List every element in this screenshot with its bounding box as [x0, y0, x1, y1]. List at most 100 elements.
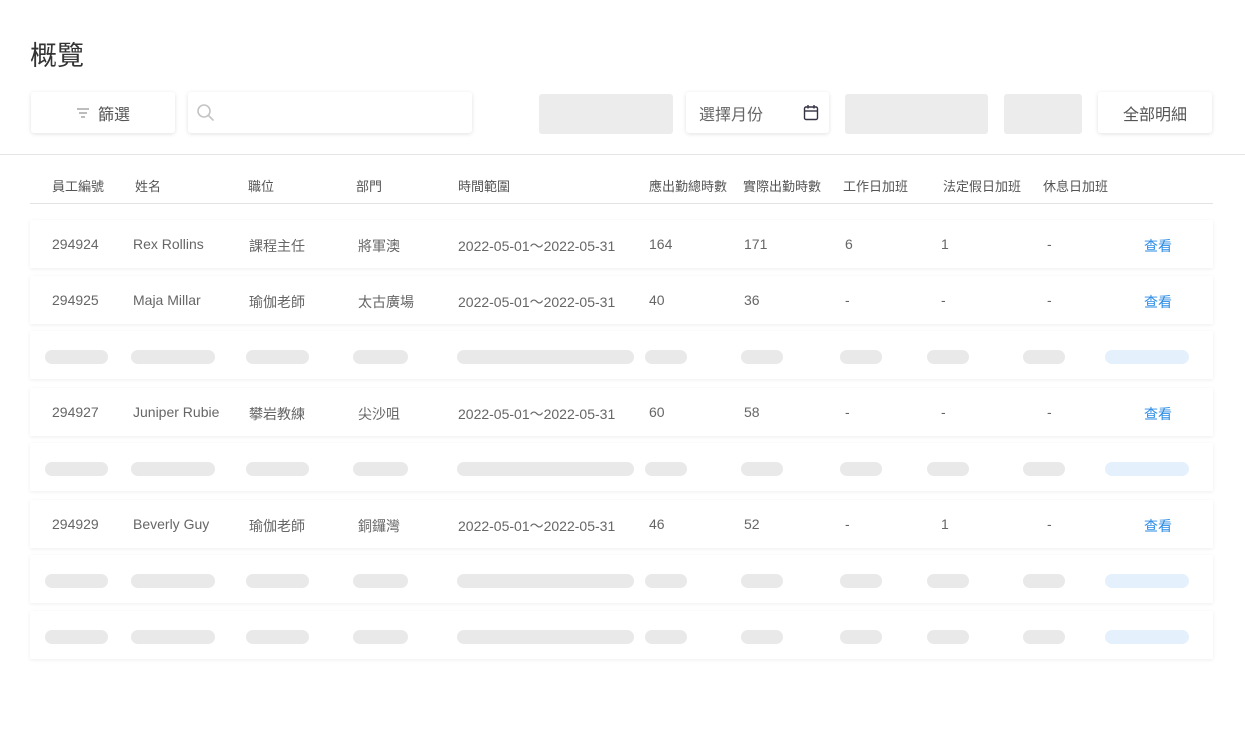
header-expected-hours: 應出勤總時數 — [649, 179, 728, 194]
cell-time-range: 2022-05-01～2022-05-31 — [458, 238, 616, 254]
skeleton-bar — [1023, 350, 1065, 364]
header-department: 部門 — [356, 179, 383, 194]
skeleton-bar — [45, 462, 108, 476]
cell-department: 太古廣場 — [358, 294, 414, 310]
header-name: 姓名 — [135, 179, 162, 194]
header-restday-overtime: 休息日加班 — [1043, 179, 1109, 194]
cell-employee-id: 294929 — [52, 516, 99, 532]
cell-actual-hours: 58 — [744, 404, 760, 420]
skeleton-bar — [840, 462, 882, 476]
skeleton-bar — [1105, 350, 1189, 364]
skeleton-bar — [131, 462, 215, 476]
cell-holiday-overtime: - — [941, 404, 946, 420]
skeleton-row — [30, 331, 1213, 379]
skeleton-bar — [353, 350, 408, 364]
skeleton-bar — [45, 574, 108, 588]
skeleton-bar — [246, 630, 309, 644]
view-link[interactable]: 查看 — [1144, 404, 1172, 424]
skeleton-row — [30, 443, 1213, 491]
page-title: 概覽 — [30, 41, 84, 71]
cell-expected-hours: 46 — [649, 516, 665, 532]
table-row: 294927 Juniper Rubie 攀岩教練 尖沙咀 2022-05-01… — [30, 388, 1213, 436]
cell-department: 銅鑼灣 — [358, 518, 400, 534]
cell-weekday-overtime: - — [845, 516, 850, 532]
table-row: 294924 Rex Rollins 課程主任 將軍澳 2022-05-01～2… — [30, 220, 1213, 268]
calendar-icon — [803, 104, 819, 121]
skeleton-bar — [1023, 574, 1065, 588]
toolbar-placeholder-3 — [1004, 94, 1082, 134]
skeleton-bar — [45, 350, 108, 364]
skeleton-bar — [840, 574, 882, 588]
divider — [0, 154, 1245, 155]
skeleton-bar — [131, 630, 215, 644]
cell-expected-hours: 60 — [649, 404, 665, 420]
all-details-button[interactable]: 全部明細 — [1098, 92, 1212, 133]
cell-position: 瑜伽老師 — [249, 294, 305, 310]
skeleton-bar — [45, 630, 108, 644]
cell-time-range: 2022-05-01～2022-05-31 — [458, 406, 616, 422]
skeleton-bar — [246, 350, 309, 364]
cell-employee-id: 294927 — [52, 404, 99, 420]
cell-time-range: 2022-05-01～2022-05-31 — [458, 294, 616, 310]
skeleton-bar — [741, 462, 783, 476]
skeleton-bar — [353, 574, 408, 588]
table-header: 員工編號 姓名 職位 部門 時間範圍 應出勤總時數 實際出勤時數 工作日加班 法… — [30, 166, 1213, 204]
cell-restday-overtime: - — [1047, 292, 1052, 308]
skeleton-bar — [457, 462, 634, 476]
skeleton-bar — [457, 350, 634, 364]
cell-name: Beverly Guy — [133, 516, 210, 532]
cell-restday-overtime: - — [1047, 516, 1052, 532]
skeleton-bar — [741, 574, 783, 588]
cell-name: Maja Millar — [133, 292, 201, 308]
skeleton-bar — [1105, 462, 1189, 476]
cell-restday-overtime: - — [1047, 236, 1052, 252]
skeleton-bar — [1105, 574, 1189, 588]
toolbar-placeholder-1 — [539, 94, 673, 134]
skeleton-bar — [645, 462, 687, 476]
cell-weekday-overtime: - — [845, 404, 850, 420]
overview-page: 概覽 篩選 選擇月份 全部明細 員工編號 姓名 職位 部門 時間範圍 應出勤總時… — [0, 0, 1245, 742]
cell-expected-hours: 40 — [649, 292, 665, 308]
cell-actual-hours: 52 — [744, 516, 760, 532]
header-holiday-overtime: 法定假日加班 — [943, 179, 1022, 194]
toolbar: 篩選 選擇月份 全部明細 — [0, 92, 1245, 134]
skeleton-bar — [457, 630, 634, 644]
cell-expected-hours: 164 — [649, 236, 673, 252]
search-input[interactable] — [223, 104, 463, 121]
skeleton-bar — [840, 630, 882, 644]
skeleton-bar — [645, 350, 687, 364]
filter-icon — [76, 107, 90, 119]
cell-weekday-overtime: 6 — [845, 236, 853, 252]
cell-name: Rex Rollins — [133, 236, 204, 252]
cell-holiday-overtime: 1 — [941, 516, 949, 532]
cell-department: 尖沙咀 — [358, 406, 400, 422]
skeleton-bar — [927, 574, 969, 588]
skeleton-bar — [1023, 462, 1065, 476]
view-link[interactable]: 查看 — [1144, 292, 1172, 312]
month-picker[interactable]: 選擇月份 — [686, 92, 829, 133]
skeleton-row — [30, 555, 1213, 603]
cell-weekday-overtime: - — [845, 292, 850, 308]
filter-button[interactable]: 篩選 — [31, 92, 175, 133]
toolbar-placeholder-2 — [845, 94, 988, 134]
skeleton-bar — [131, 574, 215, 588]
cell-name: Juniper Rubie — [133, 404, 220, 420]
view-link[interactable]: 查看 — [1144, 516, 1172, 536]
cell-position: 瑜伽老師 — [249, 518, 305, 534]
search-box[interactable] — [188, 92, 472, 133]
cell-restday-overtime: - — [1047, 404, 1052, 420]
search-icon — [196, 103, 215, 122]
cell-actual-hours: 36 — [744, 292, 760, 308]
view-link[interactable]: 查看 — [1144, 236, 1172, 256]
skeleton-bar — [246, 462, 309, 476]
skeleton-bar — [246, 574, 309, 588]
header-time-range: 時間範圍 — [458, 179, 511, 194]
header-employee-id: 員工編號 — [52, 179, 105, 194]
table-row: 294925 Maja Millar 瑜伽老師 太古廣場 2022-05-01～… — [30, 276, 1213, 324]
skeleton-bar — [457, 574, 634, 588]
filter-label: 篩選 — [97, 106, 130, 124]
skeleton-bar — [741, 630, 783, 644]
skeleton-bar — [927, 350, 969, 364]
cell-position: 攀岩教練 — [249, 406, 305, 422]
cell-holiday-overtime: 1 — [941, 236, 949, 252]
